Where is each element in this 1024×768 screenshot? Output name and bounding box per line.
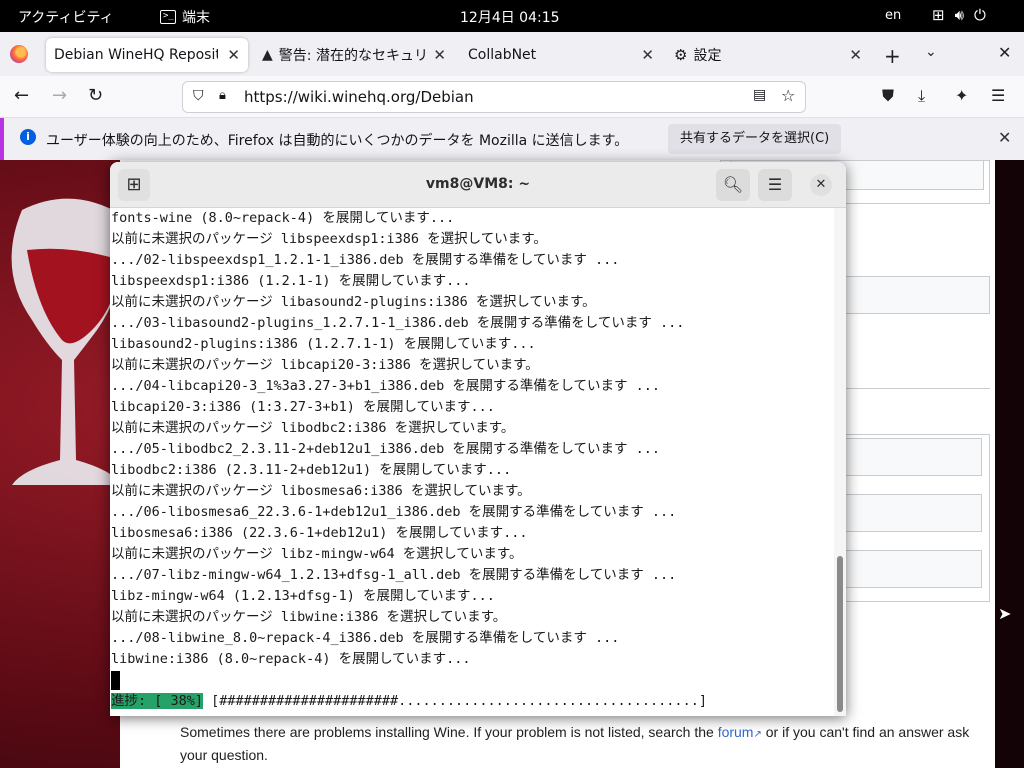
- terminal-line: libwine:i386 (8.0~repack-4) を展開しています...: [111, 651, 471, 667]
- new-tab-button[interactable]: +: [884, 44, 901, 68]
- clock[interactable]: 12月4日 04:15: [460, 7, 560, 27]
- terminal-line: .../08-libwine_8.0~repack-4_i386.deb を展開…: [111, 630, 620, 646]
- tab-label: Debian WineHQ Repositor: [54, 47, 218, 63]
- terminal-line: 以前に未選択のパッケージ libodbc2:i386 を選択しています。: [111, 420, 515, 436]
- pocket-icon[interactable]: ⛊: [882, 86, 894, 106]
- reader-view-icon[interactable]: ▤: [753, 87, 766, 103]
- terminal-output[interactable]: fonts-wine (8.0~repack-4) を展開しています... 以前に…: [110, 208, 834, 716]
- text-cursor: [111, 670, 120, 690]
- wiki-text-part: Sometimes there are problems installing …: [180, 724, 718, 740]
- app-name: 端末: [182, 10, 210, 26]
- terminal-scrollbar[interactable]: [834, 208, 846, 716]
- warning-icon: ▲: [262, 47, 273, 63]
- close-tab-icon[interactable]: ✕: [641, 46, 654, 64]
- notification-message: ユーザー体験の向上のため、Firefox は自動的にいくつかのデータを Mozi…: [46, 133, 629, 149]
- terminal-line: libspeexdsp1:i386 (1.2.1-1) を展開しています...: [111, 273, 471, 289]
- list-all-tabs-button[interactable]: ⌄: [925, 44, 937, 60]
- tab-label: CollabNet: [468, 47, 537, 63]
- bookmark-star-icon[interactable]: ☆: [781, 86, 795, 105]
- terminal-line: libcapi20-3:i386 (1:3.27-3+b1) を展開しています.…: [111, 399, 495, 415]
- close-tab-icon[interactable]: ✕: [227, 46, 240, 64]
- cursor-line: [110, 670, 834, 691]
- terminal-line: fonts-wine (8.0~repack-4) を展開しています...: [111, 210, 455, 226]
- activities-button[interactable]: アクティビティ: [18, 7, 114, 27]
- network-icon: ⊞: [932, 6, 945, 24]
- terminal-line: 以前に未選択のパッケージ libz-mingw-w64 を選択しています。: [111, 546, 523, 562]
- browser-nav-bar: ← → ↻ ⛉ 🔒︎ https://wiki.winehq.org/Debia…: [0, 76, 1024, 118]
- terminal-line: .../06-libosmesa6_22.3.6-1+deb12u1_i386.…: [111, 504, 677, 520]
- tab-settings[interactable]: ⚙ 設定 ✕: [666, 38, 870, 72]
- downloads-icon[interactable]: ⤓: [918, 86, 925, 106]
- terminal-line: .../05-libodbc2_2.3.11-2+deb12u1_i386.de…: [111, 441, 660, 457]
- menu-icon[interactable]: ☰: [758, 169, 792, 201]
- back-button[interactable]: ←: [14, 85, 29, 106]
- reload-button[interactable]: ↻: [88, 85, 103, 106]
- scrollbar-thumb[interactable]: [837, 556, 843, 712]
- mouse-cursor-icon: ➤: [998, 604, 1012, 623]
- page-right-background: [995, 160, 1024, 768]
- progress-bar-text: [######################.................…: [203, 693, 707, 709]
- extensions-icon[interactable]: ✦: [955, 86, 968, 105]
- search-icon[interactable]: 🔍︎: [716, 169, 750, 201]
- url-bar[interactable]: ⛉ 🔒︎ https://wiki.winehq.org/Debian ▤ ☆: [182, 81, 806, 113]
- terminal-line: .../07-libz-mingw-w64_1.2.13+dfsg-1_all.…: [111, 567, 677, 583]
- terminal-line: libodbc2:i386 (2.3.11-2+deb12u1) を展開していま…: [111, 462, 512, 478]
- apt-progress-line: 進捗: [ 38%] [######################......…: [110, 691, 834, 712]
- terminal-line: libosmesa6:i386 (22.3.6-1+deb12u1) を展開して…: [111, 525, 528, 541]
- browser-tab-bar: Debian WineHQ Repositor ✕ ▲ 警告: 潜在的なセキュリ…: [0, 32, 1024, 76]
- url-text[interactable]: https://wiki.winehq.org/Debian: [244, 88, 474, 106]
- terminal-headerbar[interactable]: ⊞ vm8@VM8: ~ 🔍︎ ☰ ✕: [110, 162, 846, 208]
- tab-label: 設定: [693, 48, 722, 64]
- close-window-button[interactable]: ✕: [998, 43, 1011, 62]
- terminal-line: 以前に未選択のパッケージ libspeexdsp1:i386 を選択しています。: [111, 231, 547, 247]
- terminal-line: 以前に未選択のパッケージ libcapi20-3:i386 を選択しています。: [111, 357, 539, 373]
- close-tab-icon[interactable]: ✕: [433, 46, 446, 64]
- hamburger-menu-icon[interactable]: ☰: [991, 86, 1005, 105]
- tracking-protection-icon[interactable]: ⛉: [193, 88, 204, 104]
- terminal-line: 以前に未選択のパッケージ libosmesa6:i386 を選択しています。: [111, 483, 531, 499]
- close-tab-icon[interactable]: ✕: [849, 46, 862, 64]
- forward-button[interactable]: →: [52, 85, 67, 106]
- tab-debian-winehq[interactable]: Debian WineHQ Repositor ✕: [46, 38, 248, 72]
- input-language-indicator[interactable]: en: [885, 8, 901, 23]
- terminal-line: .../04-libcapi20-3_1%3a3.27-3+b1_i386.de…: [111, 378, 660, 394]
- close-icon[interactable]: ✕: [810, 174, 832, 196]
- forum-link[interactable]: forum: [718, 724, 754, 740]
- power-icon: ⏻: [974, 6, 986, 24]
- choose-data-button[interactable]: 共有するデータを選択(C): [668, 124, 842, 154]
- gnome-top-bar: アクティビティ >_ 端末 12月4日 04:15 en ⊞ 🔊︎ ⏻: [0, 0, 1024, 32]
- close-notification-icon[interactable]: ✕: [998, 128, 1011, 147]
- terminal-line: 以前に未選択のパッケージ libwine:i386 を選択しています。: [111, 609, 507, 625]
- gear-icon: ⚙: [674, 46, 688, 64]
- system-menu[interactable]: ⊞ 🔊︎ ⏻: [932, 6, 986, 24]
- terminal-icon: >_: [160, 10, 176, 24]
- tab-label: 警告: 潜在的なセキュリ: [278, 48, 428, 64]
- data-collection-notification: i ユーザー体験の向上のため、Firefox は自動的にいくつかのデータを Mo…: [0, 118, 1024, 160]
- terminal-line: libz-mingw-w64 (1.2.13+dfsg-1) を展開しています.…: [111, 588, 495, 604]
- terminal-line: 以前に未選択のパッケージ libasound2-plugins:i386 を選択…: [111, 294, 596, 310]
- volume-icon: 🔊︎: [954, 6, 965, 24]
- wiki-help-text: Sometimes there are problems installing …: [180, 722, 980, 765]
- terminal-line: .../03-libasound2-plugins_1.2.7.1-1_i386…: [111, 315, 685, 331]
- progress-label: 進捗: [ 38%]: [111, 693, 204, 709]
- terminal-line: libasound2-plugins:i386 (1.2.7.1-1) を展開し…: [111, 336, 536, 352]
- firefox-icon[interactable]: [10, 45, 28, 63]
- external-link-icon: ↗: [753, 729, 762, 740]
- info-icon: i: [20, 129, 36, 145]
- tab-collabnet[interactable]: CollabNet ✕: [460, 38, 662, 72]
- app-menu-terminal[interactable]: >_ 端末: [160, 7, 210, 27]
- tab-security-warning[interactable]: ▲ 警告: 潜在的なセキュリ ✕: [254, 38, 454, 72]
- terminal-window[interactable]: ⊞ vm8@VM8: ~ 🔍︎ ☰ ✕ fonts-wine (8.0~repa…: [110, 162, 846, 716]
- lock-icon[interactable]: 🔒︎: [219, 88, 226, 103]
- terminal-line: .../02-libspeexdsp1_1.2.1-1_i386.deb を展開…: [111, 252, 620, 268]
